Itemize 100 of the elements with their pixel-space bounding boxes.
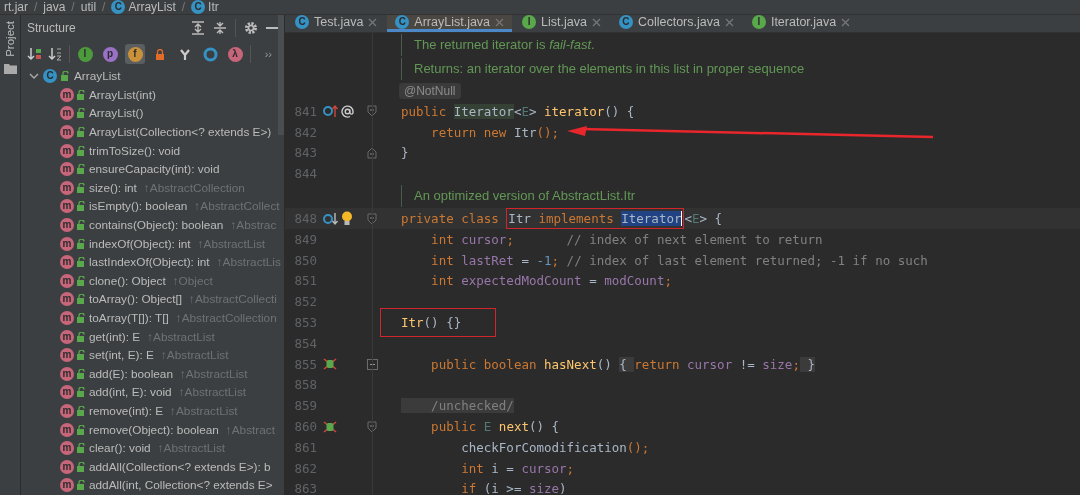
line-number: 862 [293, 460, 317, 476]
lock-icon [77, 201, 86, 212]
close-icon[interactable] [368, 17, 378, 27]
line-number: 860 [293, 419, 317, 435]
lock-icon [77, 257, 86, 268]
settings-icon[interactable] [244, 21, 258, 35]
line-number: 863 [293, 481, 317, 495]
code-text: public Iterator<E> iterator() { [401, 103, 635, 119]
more-button[interactable]: ›› [258, 47, 278, 61]
code-text: return new Itr(); [430, 124, 560, 140]
doc-comment: The returned iterator is fail-fast. [401, 34, 595, 56]
tree-item[interactable]: ArrayList [74, 69, 121, 84]
implemented-icon[interactable] [323, 211, 339, 226]
tree-item[interactable]: addAll(int, Collection<? extends E> [89, 478, 273, 493]
tree-item[interactable]: trimToSize(): void [89, 143, 181, 158]
breadcrumb-item[interactable]: ArrayList [128, 0, 176, 14]
tree-item[interactable]: addAll(Collection<? extends E>): b [89, 459, 271, 474]
lightbulb-icon[interactable] [341, 211, 353, 227]
code-text: /unchecked/ [401, 398, 514, 414]
collapse-all-icon[interactable] [213, 21, 227, 35]
lock-icon [77, 220, 86, 231]
tree-item[interactable]: ArrayList() [89, 106, 144, 121]
at-sign-icon[interactable] [341, 104, 354, 118]
close-icon[interactable] [841, 17, 851, 27]
class-icon: C [43, 69, 57, 84]
breadcrumb-item[interactable]: util [80, 0, 97, 14]
method-icon: m [60, 441, 74, 456]
method-icon: m [60, 218, 74, 233]
tree-item[interactable]: isEmpty(): boolean [89, 199, 188, 214]
tree-item[interactable]: contains(Object): boolean [89, 218, 224, 233]
tree-item[interactable]: ensureCapacity(int): void [89, 162, 220, 177]
folder-icon [3, 62, 17, 74]
lock-icon [77, 406, 86, 416]
editor-tab[interactable]: C ArrayList.java [387, 15, 513, 32]
line-number: 854 [293, 335, 317, 351]
lock-icon [77, 443, 86, 454]
lock-icon [77, 275, 86, 286]
overrides-icon[interactable] [323, 104, 339, 119]
sort-alphabetical-icon[interactable] [48, 46, 64, 62]
expand-all-icon[interactable] [191, 21, 205, 35]
fold-marker-icon[interactable] [367, 147, 377, 159]
fold-marker-icon[interactable] [367, 105, 377, 118]
bug-icon[interactable] [323, 419, 337, 434]
lock-icon [77, 164, 86, 175]
lock-icon [77, 313, 86, 323]
class-icon: C [191, 0, 206, 14]
expand-fold-icon[interactable] [366, 358, 378, 370]
fold-marker-icon[interactable] [367, 212, 377, 225]
lock-icon [77, 127, 86, 138]
tree-item[interactable]: toArray(): Object[] [89, 292, 183, 307]
scrollbar[interactable] [278, 15, 284, 135]
minimize-icon[interactable] [266, 26, 278, 30]
sort-visibility-icon[interactable] [27, 46, 43, 62]
fork-icon [179, 47, 191, 61]
close-icon[interactable] [591, 17, 601, 27]
tree-item[interactable]: add(E): boolean [89, 366, 173, 381]
method-icon: m [60, 366, 74, 381]
tree-item[interactable]: size(): int [89, 180, 137, 195]
fold-marker-icon[interactable] [367, 420, 377, 433]
method-icon: m [60, 273, 74, 288]
line-number: 853 [293, 315, 317, 331]
method-icon: m [60, 106, 74, 121]
lock-icon [77, 108, 86, 119]
method-icon: m [60, 87, 74, 102]
tree-item[interactable]: ArrayList(Collection<? extends E>) [89, 125, 272, 140]
code-text: int lastRet = -1; // index of last element returned; -1 if no such [430, 252, 928, 268]
project-tool-tab[interactable]: Project [4, 21, 16, 57]
lock-icon [155, 48, 165, 60]
code-text: int expectedModCount = modCount; [430, 273, 672, 289]
breadcrumb-item[interactable]: java [43, 0, 66, 14]
tree-item[interactable]: add(int, E): void [89, 385, 172, 400]
method-icon: m [60, 348, 74, 363]
method-icon: m [60, 180, 74, 195]
lock-icon [77, 424, 86, 435]
breadcrumb-item[interactable]: rt.jar [4, 0, 28, 14]
tree-item[interactable]: toArray(T[]): T[] [89, 311, 169, 325]
method-icon: m [60, 255, 74, 270]
tree-item[interactable]: clone(): Object [89, 273, 166, 288]
method-icon: m [60, 422, 74, 437]
tree-item[interactable]: set(int, E): E [89, 348, 154, 363]
method-icon: m [60, 199, 74, 214]
breadcrumb-separator: / [71, 0, 75, 14]
tree-item[interactable]: ArrayList(int) [89, 87, 156, 102]
filter-button[interactable]: f [125, 44, 145, 64]
method-icon: m [60, 478, 74, 493]
tree-item[interactable]: clear(): void [89, 441, 151, 456]
method-icon: m [60, 311, 74, 325]
tree-item[interactable]: lastIndexOf(Object): int [89, 255, 210, 270]
tree-item[interactable]: indexOf(Object): int [89, 236, 191, 251]
bug-icon[interactable] [323, 357, 337, 372]
ring-icon [202, 46, 218, 62]
tree-item[interactable]: remove(Object): boolean [89, 422, 219, 437]
tree-item[interactable]: get(int): E [89, 329, 141, 344]
tree-item[interactable]: remove(int): E [89, 404, 164, 418]
line-number: 850 [293, 252, 317, 268]
line-number: 858 [293, 377, 317, 393]
breadcrumb-item[interactable]: Itr [208, 0, 219, 14]
close-icon[interactable] [724, 17, 734, 27]
line-number: 842 [293, 124, 317, 140]
method-icon: m [60, 329, 74, 344]
